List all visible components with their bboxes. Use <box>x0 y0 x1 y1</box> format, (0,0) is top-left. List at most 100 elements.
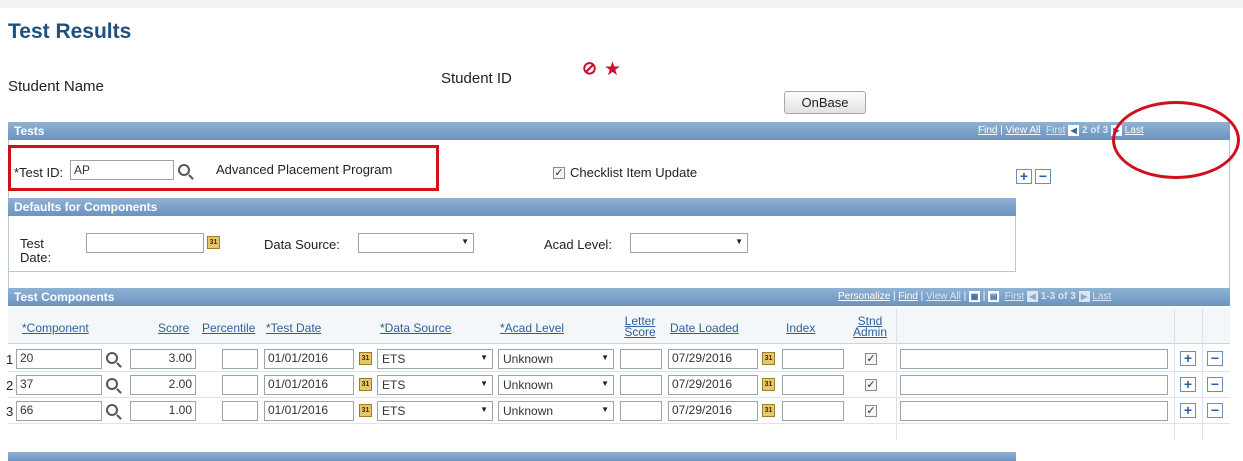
col-component[interactable]: *Component <box>22 321 89 335</box>
comment-input[interactable] <box>900 375 1168 395</box>
acad-level-select[interactable]: Unknown ▼ <box>498 375 614 395</box>
add-test-button[interactable]: + <box>1016 169 1032 184</box>
comment-input[interactable] <box>900 401 1168 421</box>
chevron-down-icon: ▼ <box>601 379 609 388</box>
calendar-icon[interactable]: 31 <box>359 378 372 391</box>
test-date-input[interactable]: 01/01/2016 <box>264 401 354 421</box>
acad-level-value: Unknown <box>503 352 554 366</box>
score-input[interactable]: 2.00 <box>130 375 196 395</box>
col-index[interactable]: Index <box>786 321 815 335</box>
index-input[interactable] <box>782 349 844 369</box>
col-stnd-admin-line2: Admin <box>852 325 887 339</box>
components-find-link[interactable]: Find <box>898 291 917 302</box>
prev-arrow-icon[interactable]: ◀ <box>1068 125 1080 136</box>
chevron-down-icon: ▼ <box>461 237 469 246</box>
data-source-value: ETS <box>382 404 406 418</box>
component-lookup-icon[interactable] <box>106 378 118 390</box>
tests-find-link[interactable]: Find <box>978 125 997 136</box>
stnd-admin-checkbox[interactable]: ✓ <box>865 353 877 365</box>
col-data-source[interactable]: *Data Source <box>380 321 451 335</box>
test-date-label: Test Date: <box>20 236 52 265</box>
letter-score-input[interactable] <box>620 349 662 369</box>
date-loaded-input[interactable]: 07/29/2016 <box>668 375 758 395</box>
tests-view-all-link[interactable]: View All <box>1006 125 1041 136</box>
test-id-highlight-box <box>8 145 439 191</box>
component-input[interactable]: 37 <box>16 375 102 395</box>
calendar-icon[interactable]: 31 <box>762 378 775 391</box>
star-icon: ★ <box>604 59 622 80</box>
calendar-icon[interactable]: 31 <box>762 404 775 417</box>
percentile-input[interactable] <box>222 401 258 421</box>
date-loaded-input[interactable]: 07/29/2016 <box>668 349 758 369</box>
prohibited-icon: ⊘ <box>582 58 598 78</box>
data-source-select[interactable]: ETS ▼ <box>377 401 493 421</box>
add-row-button[interactable]: + <box>1180 351 1196 366</box>
default-acad-level-select[interactable]: ▼ <box>630 233 748 253</box>
col-percentile[interactable]: Percentile <box>202 321 255 335</box>
col-acad-level[interactable]: *Acad Level <box>500 321 564 335</box>
add-row-button[interactable]: + <box>1180 377 1196 392</box>
default-test-date-input[interactable] <box>86 233 204 253</box>
tests-first-link[interactable]: First <box>1046 125 1065 136</box>
onbase-button[interactable]: OnBase <box>784 91 866 114</box>
remove-row-button[interactable]: − <box>1207 377 1223 392</box>
calendar-icon[interactable]: 31 <box>359 404 372 417</box>
tests-bar: Tests Find | View All First ◀ 2 of 3 ▶ L… <box>8 122 1230 140</box>
col-test-date[interactable]: *Test Date <box>266 321 321 335</box>
personalize-link[interactable]: Personalize <box>838 291 890 302</box>
tests-page-count: 2 of 3 <box>1082 125 1109 137</box>
acad-level-select[interactable]: Unknown ▼ <box>498 349 614 369</box>
stnd-admin-checkbox[interactable]: ✓ <box>865 405 877 417</box>
remove-test-button[interactable]: − <box>1035 169 1051 184</box>
add-row-button[interactable]: + <box>1180 403 1196 418</box>
score-input[interactable]: 3.00 <box>130 349 196 369</box>
defaults-bar-title: Defaults for Components <box>14 200 158 214</box>
checklist-checkbox[interactable]: ✓ <box>553 167 565 179</box>
index-input[interactable] <box>782 401 844 421</box>
download-icon[interactable]: ▤ <box>988 291 1000 302</box>
col-score[interactable]: Score <box>158 321 189 335</box>
components-view-all-link[interactable]: View All <box>926 291 961 302</box>
col-stnd-admin[interactable]: Stnd Admin <box>850 315 890 339</box>
acad-level-value: Unknown <box>503 404 554 418</box>
component-lookup-icon[interactable] <box>106 404 118 416</box>
col-date-loaded[interactable]: Date Loaded <box>670 321 739 335</box>
component-lookup-icon[interactable] <box>106 352 118 364</box>
defaults-bar: Defaults for Components <box>8 198 1016 216</box>
tests-bar-title: Tests <box>14 124 45 138</box>
col-letter-score[interactable]: Letter Score <box>620 315 660 338</box>
data-source-select[interactable]: ETS ▼ <box>377 375 493 395</box>
chevron-down-icon: ▼ <box>480 353 488 362</box>
test-date-input[interactable]: 01/01/2016 <box>264 375 354 395</box>
chevron-down-icon: ▼ <box>601 405 609 414</box>
test-date-input[interactable]: 01/01/2016 <box>264 349 354 369</box>
zoom-grid-icon[interactable]: ▦ <box>969 291 981 302</box>
default-data-source-select[interactable]: ▼ <box>358 233 474 253</box>
letter-score-input[interactable] <box>620 375 662 395</box>
date-loaded-input[interactable]: 07/29/2016 <box>668 401 758 421</box>
components-first-link[interactable]: First <box>1005 291 1024 302</box>
data-source-value: ETS <box>382 378 406 392</box>
checklist-label: Checklist Item Update <box>570 165 698 180</box>
calendar-icon[interactable]: 31 <box>762 352 775 365</box>
remove-row-button[interactable]: − <box>1207 403 1223 418</box>
next-section-bar <box>8 452 1016 461</box>
component-input[interactable]: 66 <box>16 401 102 421</box>
percentile-input[interactable] <box>222 375 258 395</box>
component-input[interactable]: 20 <box>16 349 102 369</box>
data-source-select[interactable]: ETS ▼ <box>377 349 493 369</box>
next-arrow-icon: ▶ <box>1078 291 1090 302</box>
score-input[interactable]: 1.00 <box>130 401 196 421</box>
calendar-icon[interactable]: 31 <box>207 236 220 249</box>
chevron-down-icon: ▼ <box>735 237 743 246</box>
acad-level-select[interactable]: Unknown ▼ <box>498 401 614 421</box>
stnd-admin-checkbox[interactable]: ✓ <box>865 379 877 391</box>
comment-input[interactable] <box>900 349 1168 369</box>
calendar-icon[interactable]: 31 <box>359 352 372 365</box>
index-input[interactable] <box>782 375 844 395</box>
remove-row-button[interactable]: − <box>1207 351 1223 366</box>
letter-score-input[interactable] <box>620 401 662 421</box>
page-title: Test Results <box>8 20 132 43</box>
components-last-link[interactable]: Last <box>1092 291 1111 302</box>
percentile-input[interactable] <box>222 349 258 369</box>
